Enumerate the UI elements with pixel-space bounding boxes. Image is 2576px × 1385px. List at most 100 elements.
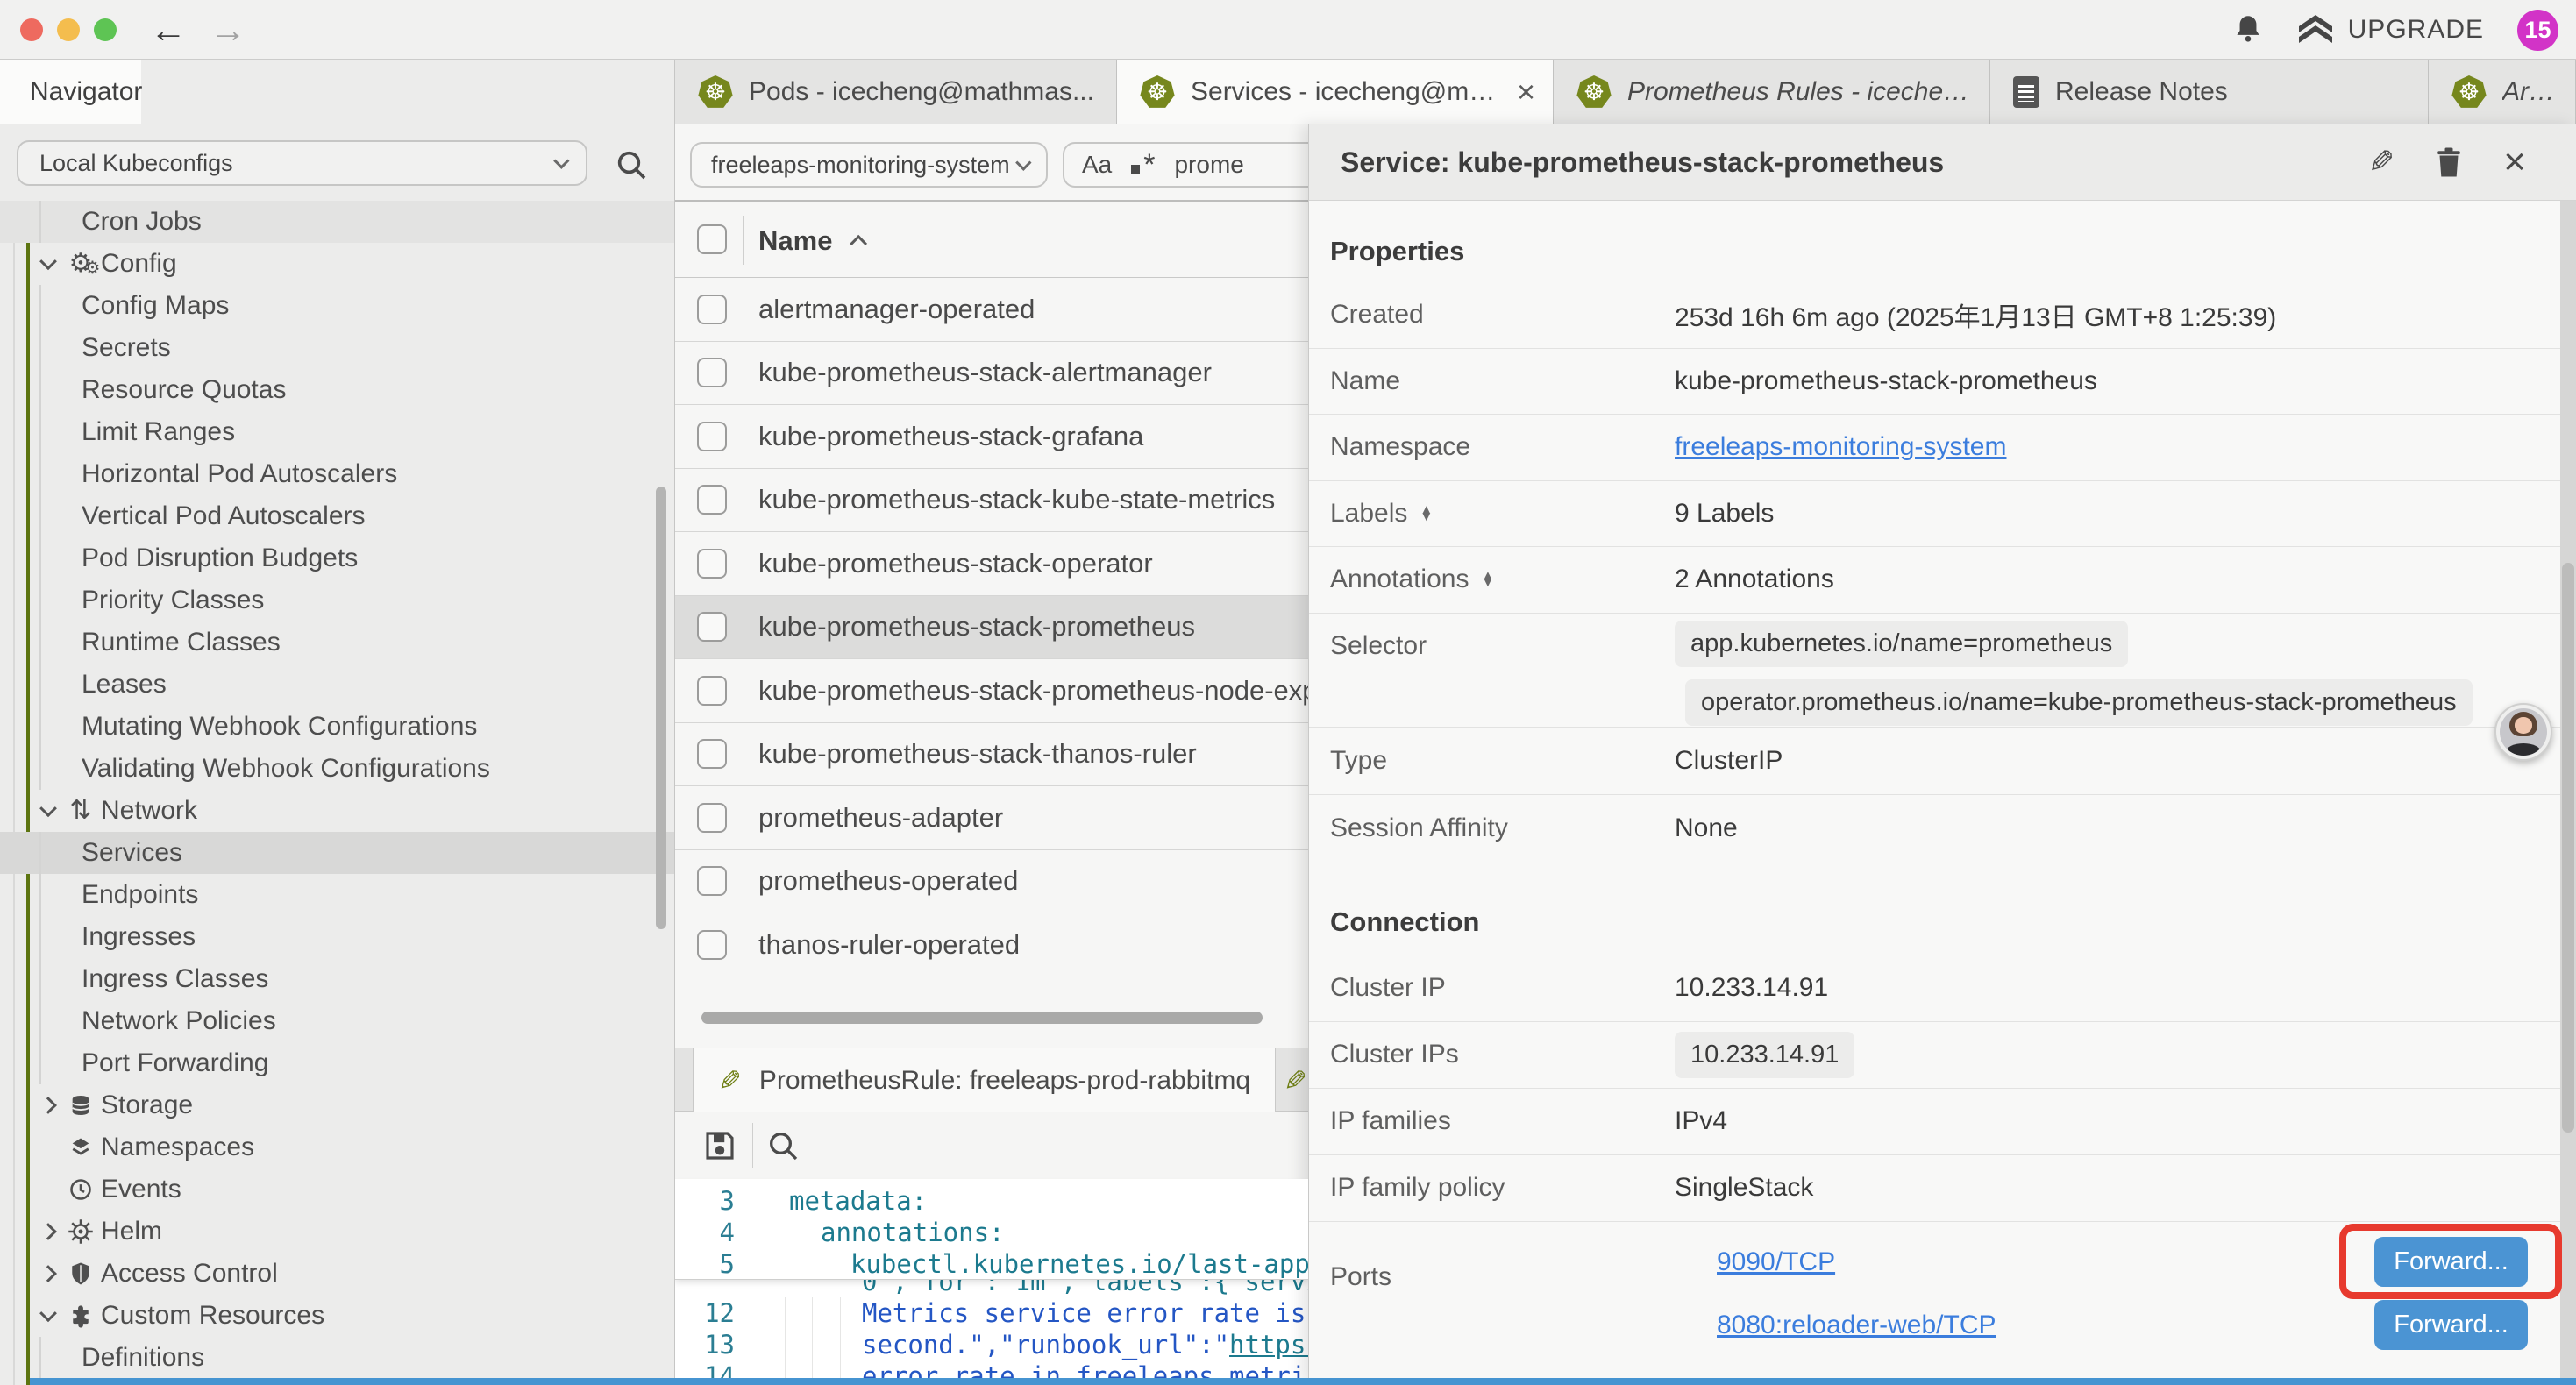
sidebar-item-port-forwarding[interactable]: Port Forwarding	[0, 1042, 675, 1084]
editor-search-icon[interactable]	[765, 1128, 801, 1163]
forward-arrow-icon[interactable]: →	[210, 11, 246, 48]
tab-navigator[interactable]: Navigator	[0, 60, 141, 124]
sidebar-item-secrets[interactable]: Secrets	[0, 327, 675, 369]
property-label: Labels▲▼	[1330, 499, 1675, 529]
tab-release-notes[interactable]: Release Notes	[1990, 60, 2429, 124]
sidebar-item-access-control[interactable]: Access Control	[0, 1253, 675, 1295]
port-link-8080-reloader-web-tcp[interactable]: 8080:reloader-web/TCP	[1717, 1310, 1996, 1340]
row-checkbox[interactable]	[697, 803, 727, 833]
chevron-right-icon[interactable]	[39, 1265, 57, 1282]
forward-button[interactable]: Forward...	[2374, 1300, 2528, 1350]
notification-badge[interactable]: 15	[2517, 10, 2558, 51]
table-row-prometheus-adapter[interactable]: prometheus-adapter	[675, 786, 1308, 850]
sidebar-item-definitions[interactable]: Definitions	[0, 1337, 675, 1379]
sidebar-item-runtime-classes[interactable]: Runtime Classes	[0, 621, 675, 664]
sidebar-item-config[interactable]: ⚙⚙Config	[0, 243, 675, 285]
tab-prometheus-rules-icecheng[interactable]: ☸Prometheus Rules - icecheng...	[1554, 60, 1990, 124]
editor-tab-next[interactable]: ✎	[1277, 1048, 1308, 1112]
sidebar-item-network-policies[interactable]: Network Policies	[0, 1000, 675, 1042]
tab-services-icecheng-math[interactable]: ☸Services - icecheng@math...×	[1117, 60, 1554, 124]
table-row-kube-prometheus-stack-prometheus[interactable]: kube-prometheus-stack-prometheus	[675, 596, 1308, 660]
sidebar-item-mutating-webhook-configurations[interactable]: Mutating Webhook Configurations	[0, 706, 675, 748]
close-tab-icon[interactable]: ×	[1517, 74, 1535, 110]
maximize-window-icon[interactable]	[94, 18, 117, 41]
horizontal-scrollbar-thumb[interactable]	[701, 1012, 1263, 1024]
sidebar-item-leases[interactable]: Leases	[0, 664, 675, 706]
chevron-down-icon[interactable]	[39, 252, 57, 270]
namespace-link[interactable]: freeleaps-monitoring-system	[1675, 432, 2006, 462]
table-row-thanos-ruler-operated[interactable]: thanos-ruler-operated	[675, 913, 1308, 977]
sidebar-item-ingresses[interactable]: Ingresses	[0, 916, 675, 958]
sidebar-item-services[interactable]: Services	[0, 832, 675, 874]
sidebar-item-limit-ranges[interactable]: Limit Ranges	[0, 411, 675, 453]
chevron-right-icon[interactable]	[39, 1223, 57, 1240]
tab-pods-icecheng-mathmas[interactable]: ☸Pods - icecheng@mathmas...	[675, 60, 1117, 124]
yaml-editor[interactable]: 3metadata:4annotations:5kubectl.kubernet…	[675, 1179, 1308, 1385]
column-header-name[interactable]: Name	[758, 203, 867, 278]
assistant-avatar[interactable]	[2494, 703, 2552, 761]
row-checkbox[interactable]	[697, 739, 727, 769]
gear-icon: ⚙⚙	[67, 250, 95, 278]
minimize-window-icon[interactable]	[57, 18, 80, 41]
bell-icon[interactable]	[2232, 13, 2264, 46]
kubeconfig-selector[interactable]: Local Kubeconfigs	[17, 140, 587, 186]
sidebar-item-endpoints[interactable]: Endpoints	[0, 874, 675, 916]
table-row-prometheus-operated[interactable]: prometheus-operated	[675, 850, 1308, 914]
tab-argo-se[interactable]: ☸Argo Se	[2429, 60, 2576, 124]
sidebar-item-network[interactable]: ⇅Network	[0, 790, 675, 832]
row-checkbox[interactable]	[697, 422, 727, 451]
row-checkbox[interactable]	[697, 866, 727, 896]
table-row-kube-prometheus-stack-thanos-ruler[interactable]: kube-prometheus-stack-thanos-ruler	[675, 723, 1308, 787]
sidebar-item-config-maps[interactable]: Config Maps	[0, 285, 675, 327]
row-checkbox[interactable]	[697, 549, 727, 579]
close-icon[interactable]: ×	[2503, 143, 2526, 181]
sidebar-item-namespaces[interactable]: Namespaces	[0, 1126, 675, 1168]
panel-scrollbar-thumb[interactable]	[2562, 563, 2574, 1133]
row-checkbox[interactable]	[697, 485, 727, 515]
sidebar-item-horizontal-pod-autoscalers[interactable]: Horizontal Pod Autoscalers	[0, 453, 675, 495]
table-row-alertmanager-operated[interactable]: alertmanager-operated	[675, 278, 1308, 342]
sidebar-item-priority-classes[interactable]: Priority Classes	[0, 579, 675, 621]
editor-tab-prometheusrule[interactable]: ✎ PrometheusRule: freeleaps-prod-rabbitm…	[693, 1048, 1276, 1112]
save-icon[interactable]	[701, 1127, 738, 1164]
sidebar-item-resource-quotas[interactable]: Resource Quotas	[0, 369, 675, 411]
table-row-kube-prometheus-stack-grafana[interactable]: kube-prometheus-stack-grafana	[675, 405, 1308, 469]
editor-url-link[interactable]: https://net	[1229, 1330, 1308, 1360]
search-input[interactable]: Aa * prome	[1063, 142, 1308, 188]
sort-icon[interactable]: ▲▼	[1481, 572, 1494, 587]
row-checkbox[interactable]	[697, 930, 727, 960]
trash-icon[interactable]	[2433, 145, 2465, 180]
sidebar-scrollbar-thumb[interactable]	[656, 487, 666, 929]
back-arrow-icon[interactable]: ←	[150, 11, 187, 48]
select-all-checkbox[interactable]	[697, 224, 727, 254]
match-case-toggle[interactable]: Aa	[1082, 151, 1112, 179]
sidebar-item-vertical-pod-autoscalers[interactable]: Vertical Pod Autoscalers	[0, 495, 675, 537]
chevron-down-icon[interactable]	[39, 799, 57, 817]
table-row-kube-prometheus-stack-operator[interactable]: kube-prometheus-stack-operator	[675, 532, 1308, 596]
namespace-selector[interactable]: freeleaps-monitoring-system	[690, 142, 1048, 188]
sidebar-item-validating-webhook-configurations[interactable]: Validating Webhook Configurations	[0, 748, 675, 790]
sidebar-item-helm[interactable]: Helm	[0, 1211, 675, 1253]
port-link-9090-tcp[interactable]: 9090/TCP	[1717, 1247, 1835, 1277]
table-row-kube-prometheus-stack-prometheus-node-expor[interactable]: kube-prometheus-stack-prometheus-node-ex…	[675, 659, 1308, 723]
sort-icon[interactable]: ▲▼	[1420, 507, 1433, 522]
upgrade-button[interactable]: UPGRADE	[2297, 14, 2484, 46]
table-row-kube-prometheus-stack-kube-state-metrics[interactable]: kube-prometheus-stack-kube-state-metrics	[675, 469, 1308, 533]
sidebar-item-cron-jobs[interactable]: Cron Jobs	[0, 201, 675, 243]
sidebar-item-storage[interactable]: Storage	[0, 1084, 675, 1126]
row-checkbox[interactable]	[697, 612, 727, 642]
table-row-kube-prometheus-stack-alertmanager[interactable]: kube-prometheus-stack-alertmanager	[675, 342, 1308, 406]
close-window-icon[interactable]	[20, 18, 43, 41]
sidebar-search-icon[interactable]	[614, 147, 649, 182]
sidebar-item-ingress-classes[interactable]: Ingress Classes	[0, 958, 675, 1000]
row-checkbox[interactable]	[697, 676, 727, 706]
sidebar-item-custom-resources[interactable]: Custom Resources	[0, 1295, 675, 1337]
chevron-right-icon[interactable]	[39, 1097, 57, 1114]
sidebar-item-pod-disruption-budgets[interactable]: Pod Disruption Budgets	[0, 537, 675, 579]
sidebar-item-events[interactable]: Events	[0, 1168, 675, 1211]
edit-icon[interactable]: ✎	[2368, 144, 2395, 181]
row-checkbox[interactable]	[697, 295, 727, 324]
regex-toggle[interactable]: *	[1131, 148, 1155, 182]
chevron-down-icon[interactable]	[39, 1304, 57, 1322]
row-checkbox[interactable]	[697, 358, 727, 387]
